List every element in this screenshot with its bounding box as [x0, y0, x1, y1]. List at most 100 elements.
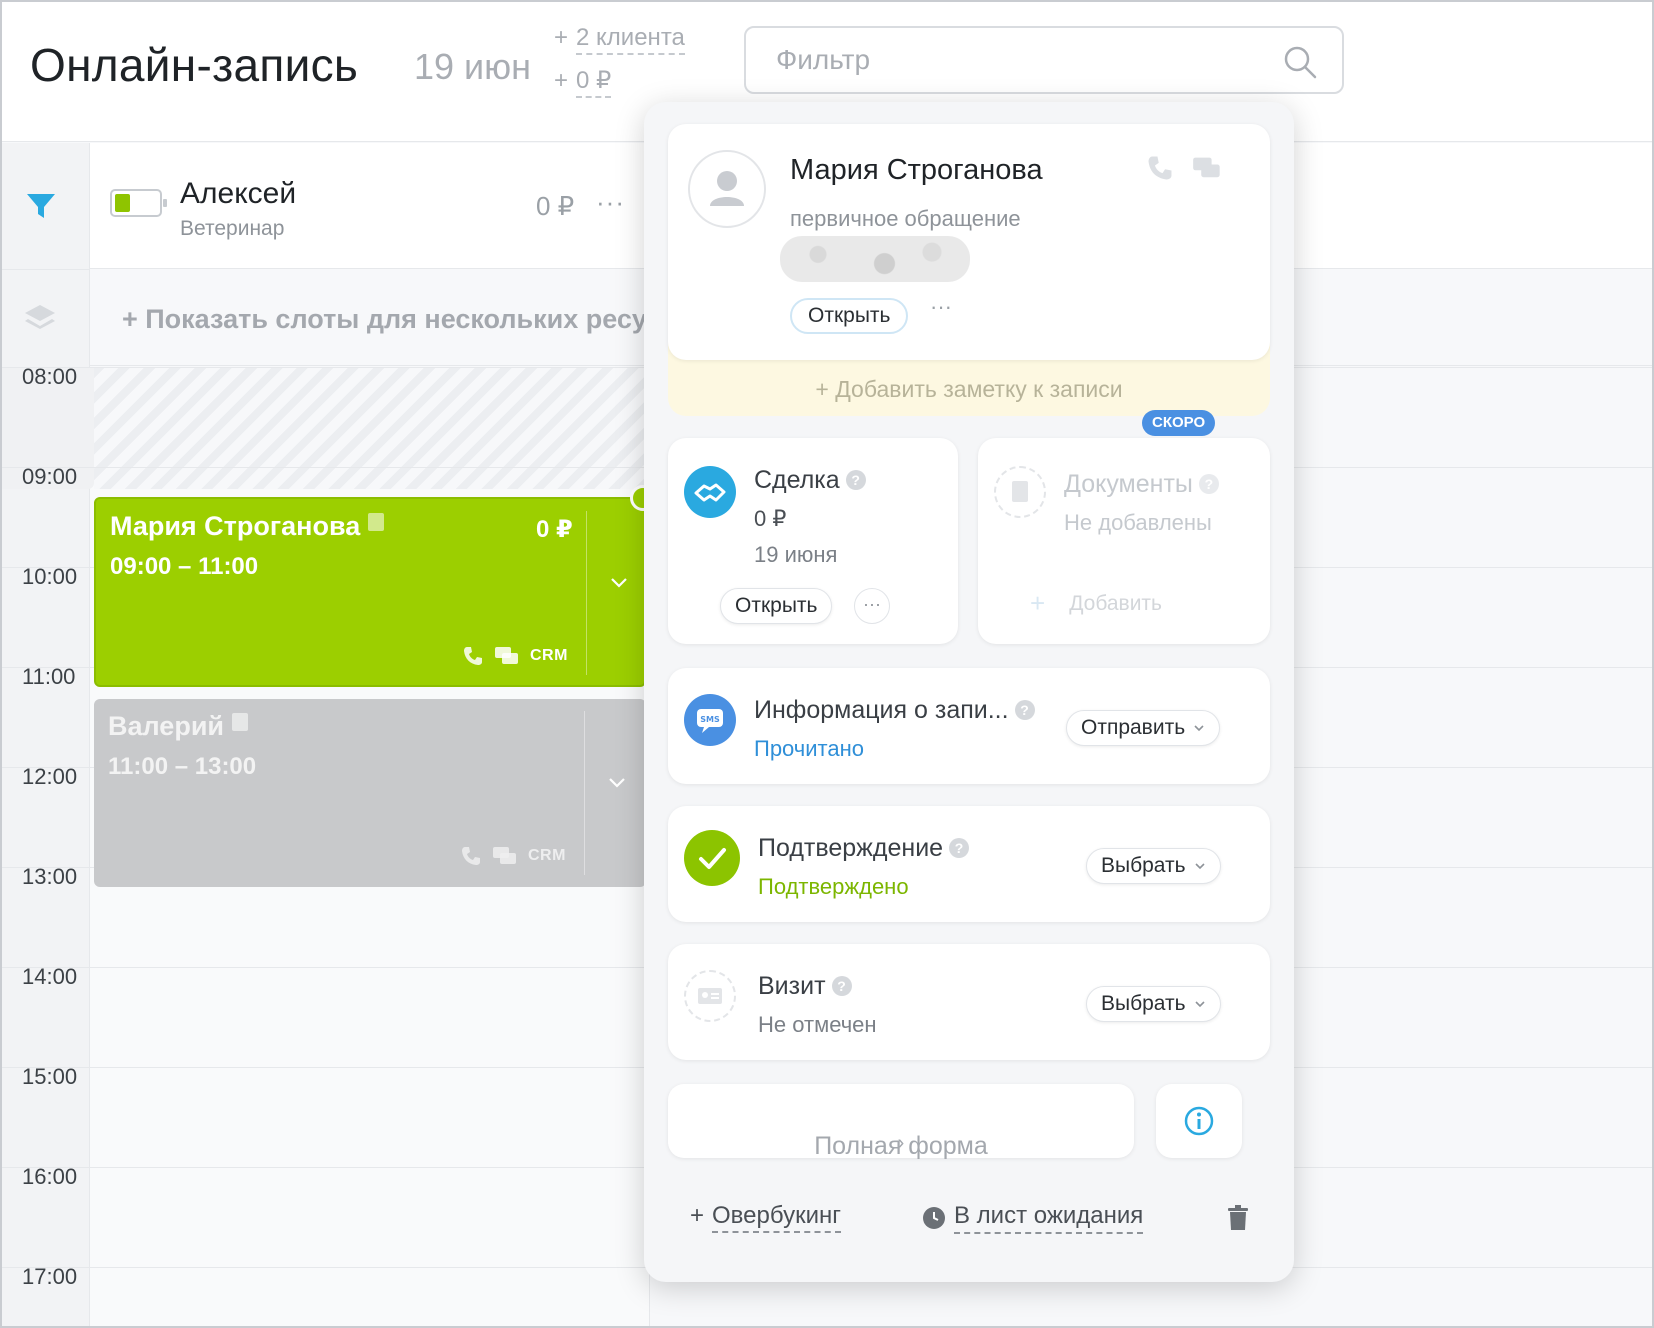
phone-icon	[462, 847, 480, 865]
notification-title: Информация о запи...?	[754, 696, 1035, 725]
chat-icon	[495, 647, 518, 664]
clock-icon	[923, 1207, 945, 1229]
avatar[interactable]	[688, 150, 766, 228]
plus-icon: +	[554, 67, 569, 94]
add-note-link[interactable]: + Добавить заметку к записи	[668, 376, 1270, 403]
trash-icon[interactable]	[1226, 1204, 1250, 1232]
deal-more-icon[interactable]: ···	[854, 588, 890, 624]
plus-icon: +	[1030, 588, 1046, 618]
deal-title: Сделка?	[754, 466, 866, 495]
client-source: первичное обращение	[790, 206, 1021, 231]
chevron-down-icon	[1195, 1001, 1205, 1008]
document-icon	[994, 466, 1046, 518]
overbooking-label: Овербукинг	[712, 1202, 841, 1233]
overbooking-link[interactable]: + Овербукинг	[690, 1202, 841, 1233]
help-icon[interactable]: ?	[1014, 700, 1035, 720]
appointment-time: 11:00 – 13:00	[108, 753, 257, 780]
visit-select-button[interactable]: Выбрать	[1086, 986, 1221, 1022]
appointment-price: 0 ₽	[536, 516, 573, 543]
app-window: Онлайн-запись 19 июн +2 клиента +0 ₽ Але	[0, 0, 1654, 1328]
documents-title: Документы?	[1064, 470, 1219, 499]
resource-name[interactable]: Алексей	[180, 177, 296, 211]
hour-label: 10:00	[22, 564, 78, 589]
hour-label: 12:00	[22, 764, 78, 789]
waitlist-link[interactable]: В лист ожидания	[922, 1202, 1144, 1234]
phone-icon[interactable]	[1146, 154, 1174, 182]
deal-card: Сделка? 0 ₽ 19 июня Открыть ···	[668, 438, 958, 644]
send-dropdown-button[interactable]: Отправить	[1066, 710, 1221, 746]
resource-more-icon[interactable]: ···	[596, 187, 625, 218]
hour-label: 13:00	[22, 864, 78, 889]
appointment-card[interactable]: Валерий 11:00 – 13:00 CRM	[94, 699, 646, 887]
visit-card: Визит? Не отмечен Выбрать	[668, 944, 1270, 1060]
rail-divider	[2, 269, 90, 270]
confirmation-card: Подтверждение? Подтверждено Выбрать	[668, 806, 1270, 922]
filter-input[interactable]	[776, 42, 1256, 78]
resource-role: Ветеринар	[180, 217, 285, 240]
plus-icon: +	[554, 24, 569, 51]
handshake-icon	[684, 466, 736, 518]
filter-search[interactable]	[744, 26, 1344, 94]
client-name[interactable]: Мария Строганова	[790, 154, 1043, 187]
plus-icon: +	[690, 1202, 705, 1229]
appointment-client: Валерий	[108, 711, 249, 742]
help-icon[interactable]: ?	[831, 976, 852, 996]
divider	[586, 511, 587, 675]
crm-badge: CRM	[528, 847, 566, 864]
visit-status: Не отмечен	[758, 1012, 877, 1037]
help-icon[interactable]: ?	[845, 470, 866, 490]
clients-stat[interactable]: +2 клиента	[554, 24, 685, 55]
select-label: Выбрать	[1101, 854, 1186, 877]
user-icon	[710, 171, 744, 206]
select-label: Выбрать	[1101, 992, 1186, 1015]
chat-icon	[493, 847, 516, 864]
hour-label: 09:00	[22, 464, 78, 489]
search-icon[interactable]	[1282, 44, 1318, 80]
svg-text:SMS: SMS	[700, 715, 720, 724]
full-form-button[interactable]: Полная форма ›	[668, 1084, 1134, 1160]
divider	[584, 711, 585, 875]
note-icon	[368, 513, 385, 531]
chevron-down-icon[interactable]	[608, 571, 630, 593]
deal-amount: 0 ₽	[754, 506, 787, 531]
chat-icon[interactable]	[1192, 154, 1222, 182]
open-client-button[interactable]: Открыть	[790, 298, 909, 334]
help-icon[interactable]: ?	[1198, 474, 1219, 494]
documents-status: Не добавлены	[1064, 510, 1212, 535]
check-icon	[684, 830, 740, 886]
hour-label: 14:00	[22, 964, 78, 989]
appointment-time: 09:00 – 11:00	[110, 553, 259, 580]
help-icon[interactable]: ?	[949, 838, 970, 858]
appointment-status-icons: CRM	[460, 845, 566, 867]
chevron-down-icon	[1194, 725, 1204, 732]
open-deal-button[interactable]: Открыть	[720, 588, 833, 624]
appointment-card[interactable]: Мария Строганова 09:00 – 11:00 0 ₽ CRM	[94, 497, 646, 687]
sms-icon: SMS	[684, 694, 736, 746]
page-title: Онлайн-запись	[30, 39, 359, 91]
chevron-down-icon[interactable]	[606, 771, 628, 793]
layers-icon[interactable]	[22, 299, 58, 335]
funnel-filter-icon[interactable]	[24, 189, 58, 223]
client-card: Мария Строганова первичное обращение Отк…	[668, 124, 1270, 360]
info-button[interactable]	[1156, 1084, 1242, 1158]
appointment-status-icons: CRM	[462, 645, 568, 667]
add-document[interactable]: + Добавить	[1030, 588, 1162, 619]
waitlist-label: В лист ожидания	[954, 1202, 1144, 1234]
resource-money: 0 ₽	[536, 191, 575, 221]
soon-badge: СКОРО	[1142, 410, 1216, 436]
id-card-icon	[684, 970, 736, 1022]
hour-label: 08:00	[22, 364, 78, 389]
info-icon	[1184, 1106, 1214, 1136]
hour-label: 11:00	[22, 664, 76, 689]
client-more-icon[interactable]: ···	[930, 294, 952, 320]
page-date[interactable]: 19 июн	[414, 46, 531, 88]
confirmation-title: Подтверждение?	[758, 834, 970, 863]
money-stat[interactable]: +0 ₽	[554, 66, 612, 98]
hour-label: 15:00	[22, 1064, 78, 1089]
hour-label: 17:00	[22, 1264, 78, 1289]
show-slots-link[interactable]: + Показать слоты для нескольких ресурсов	[122, 304, 711, 335]
confirmation-select-button[interactable]: Выбрать	[1086, 848, 1221, 884]
confirmation-status: Подтверждено	[758, 874, 909, 899]
appointment-client: Мария Строганова	[110, 511, 385, 542]
chevron-right-icon: ›	[897, 1132, 905, 1154]
